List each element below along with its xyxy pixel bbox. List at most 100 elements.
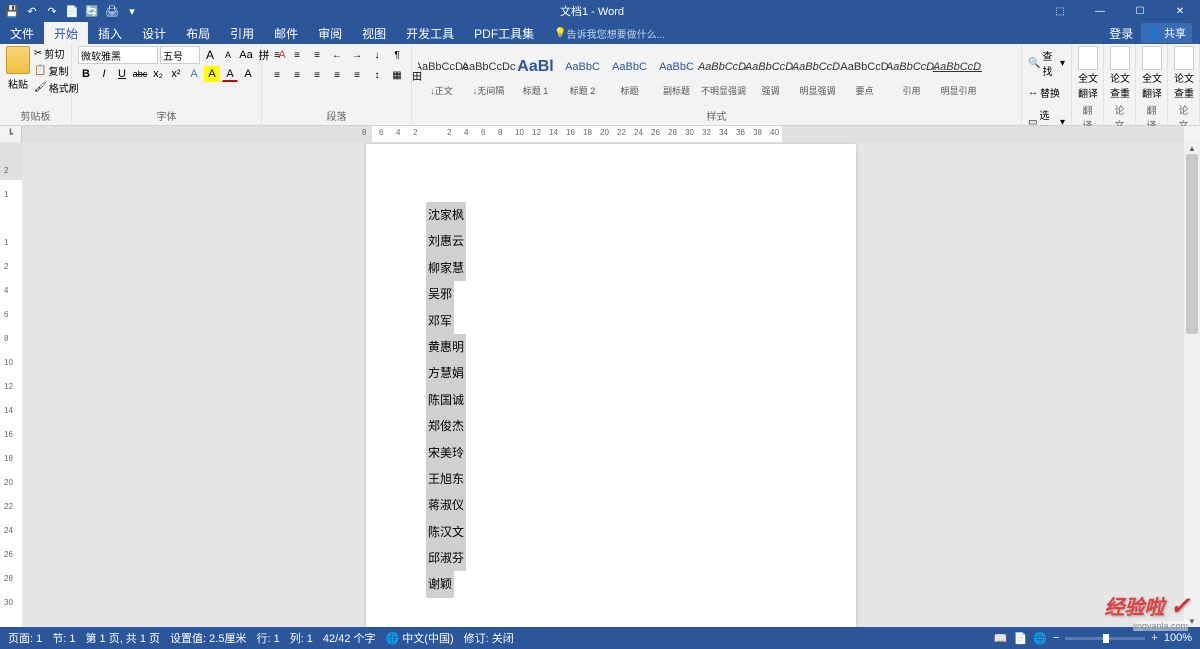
- sort-button[interactable]: ↓: [368, 46, 386, 64]
- qat-icon-2[interactable]: 🔄: [84, 3, 100, 19]
- align-center-button[interactable]: ≡: [288, 66, 306, 84]
- style-item[interactable]: AaBbCcD.强调: [747, 46, 794, 100]
- tab-layout[interactable]: 布局: [176, 22, 220, 44]
- style-item[interactable]: AaBbCcD.明显强调: [794, 46, 841, 100]
- view-web-icon[interactable]: 🌐: [1033, 632, 1047, 645]
- horizontal-ruler[interactable]: ┗ 86422468101214161820222426283032343638…: [0, 126, 1200, 142]
- style-item[interactable]: AaBbCcD.明显引用: [935, 46, 982, 100]
- view-read-icon[interactable]: 📖: [994, 632, 1008, 645]
- strike-button[interactable]: abc: [132, 66, 148, 82]
- redo-icon[interactable]: ↷: [44, 3, 60, 19]
- zoom-level[interactable]: 100%: [1164, 632, 1192, 644]
- change-case-button[interactable]: Aa: [238, 47, 254, 63]
- line-spacing-button[interactable]: ↕: [368, 66, 386, 84]
- style-item[interactable]: AaBbCcDc↓正文: [418, 46, 465, 100]
- maximize-button[interactable]: ☐: [1120, 0, 1160, 22]
- highlight-button[interactable]: A: [204, 66, 220, 82]
- increase-indent-button[interactable]: →: [348, 46, 366, 64]
- list-item[interactable]: 陈汉文: [426, 519, 466, 545]
- list-item[interactable]: 郑俊杰: [426, 413, 466, 439]
- paper-check-button[interactable]: 论文查重: [1110, 46, 1130, 100]
- style-item[interactable]: AaBbC标题 2: [559, 46, 606, 100]
- tab-review[interactable]: 审阅: [308, 22, 352, 44]
- replace-button[interactable]: ↔ 替换: [1028, 83, 1060, 102]
- full-translate-button[interactable]: 全文翻译: [1078, 46, 1098, 100]
- status-track[interactable]: 修订: 关闭: [464, 630, 514, 646]
- tab-file[interactable]: 文件: [0, 22, 44, 44]
- list-item[interactable]: 宋美玲: [426, 440, 466, 466]
- page[interactable]: 沈家枫刘惠云柳家慧吴邪邓军黄惠明方慧娟陈国诚郑俊杰宋美玲王旭东蒋淑仪陈汉文邱淑芬…: [366, 144, 856, 627]
- shading-button[interactable]: ▦: [388, 66, 406, 84]
- list-item[interactable]: 邓军: [426, 308, 454, 334]
- find-button[interactable]: 🔍 查找 ▾: [1028, 46, 1065, 80]
- distribute-button[interactable]: ≡: [348, 66, 366, 84]
- list-item[interactable]: 王旭东: [426, 466, 466, 492]
- zoom-slider[interactable]: [1065, 637, 1145, 640]
- paste-button[interactable]: 粘贴: [6, 46, 30, 91]
- styles-gallery[interactable]: AaBbCcDc↓正文AaBbCcDc↓无间隔AaBl标题 1AaBbC标题 2…: [418, 46, 982, 100]
- multilevel-button[interactable]: ≡: [308, 46, 326, 64]
- tab-view[interactable]: 视图: [352, 22, 396, 44]
- font-size-combo[interactable]: 五号: [160, 46, 200, 64]
- view-print-icon[interactable]: 📄: [1014, 632, 1028, 645]
- status-section[interactable]: 节: 1: [52, 630, 75, 646]
- document-scroll[interactable]: 沈家枫刘惠云柳家慧吴邪邓军黄惠明方慧娟陈国诚郑俊杰宋美玲王旭东蒋淑仪陈汉文邱淑芬…: [22, 142, 1200, 627]
- style-item[interactable]: AaBbCcD.引用: [888, 46, 935, 100]
- shrink-font-button[interactable]: A: [220, 47, 236, 63]
- align-right-button[interactable]: ≡: [308, 66, 326, 84]
- login-link[interactable]: 登录: [1109, 25, 1133, 42]
- ribbon-options-icon[interactable]: ⬚: [1040, 0, 1080, 22]
- list-item[interactable]: 柳家慧: [426, 255, 466, 281]
- vertical-scrollbar[interactable]: ▲ ▼: [1184, 142, 1200, 627]
- status-chars[interactable]: 42/42 个字: [323, 630, 376, 646]
- style-item[interactable]: AaBbCcD要点: [841, 46, 888, 100]
- tab-design[interactable]: 设计: [132, 22, 176, 44]
- vertical-ruler[interactable]: 21124681012141618202224262830: [0, 142, 22, 627]
- list-item[interactable]: 陈国诚: [426, 387, 466, 413]
- numbering-button[interactable]: ≡: [288, 46, 306, 64]
- zoom-out-button[interactable]: −: [1053, 632, 1059, 644]
- subscript-button[interactable]: x₂: [150, 66, 166, 82]
- share-button[interactable]: 👤 共享: [1141, 23, 1192, 43]
- style-item[interactable]: AaBbCcDc↓无间隔: [465, 46, 512, 100]
- bold-button[interactable]: B: [78, 66, 94, 82]
- font-name-combo[interactable]: 微软雅黑: [78, 46, 158, 64]
- status-lang[interactable]: 🌐 中文(中国): [386, 630, 454, 646]
- show-marks-button[interactable]: ¶: [388, 46, 406, 64]
- style-item[interactable]: AaBbC副标题: [653, 46, 700, 100]
- status-column[interactable]: 列: 1: [290, 630, 313, 646]
- text-effects-button[interactable]: A: [186, 66, 202, 82]
- style-item[interactable]: AaBbCcD.不明显强调: [700, 46, 747, 100]
- close-button[interactable]: ✕: [1160, 0, 1200, 22]
- style-item[interactable]: AaBl标题 1: [512, 46, 559, 100]
- status-page[interactable]: 页面: 1: [8, 630, 42, 646]
- tab-pdf[interactable]: PDF工具集: [464, 22, 544, 44]
- status-pages[interactable]: 第 1 页, 共 1 页: [85, 630, 160, 646]
- ruler-corner[interactable]: ┗: [0, 126, 22, 142]
- scroll-up-arrow-icon[interactable]: ▲: [1184, 142, 1200, 154]
- list-item[interactable]: 吴邪: [426, 281, 454, 307]
- list-item[interactable]: 邱淑芬: [426, 545, 466, 571]
- font-color-button[interactable]: A: [222, 66, 238, 82]
- tab-insert[interactable]: 插入: [88, 22, 132, 44]
- bullets-button[interactable]: ≡: [268, 46, 286, 64]
- italic-button[interactable]: I: [96, 66, 112, 82]
- qat-more-icon[interactable]: ▾: [124, 3, 140, 19]
- paper-check-button-2[interactable]: 论文查重: [1174, 46, 1194, 100]
- char-border-button[interactable]: A: [240, 66, 256, 82]
- list-item[interactable]: 谢颖: [426, 571, 454, 597]
- qat-icon-1[interactable]: 📄: [64, 3, 80, 19]
- scrollbar-thumb[interactable]: [1186, 154, 1198, 334]
- align-left-button[interactable]: ≡: [268, 66, 286, 84]
- list-item[interactable]: 沈家枫: [426, 202, 466, 228]
- grow-font-button[interactable]: A: [202, 47, 218, 63]
- justify-button[interactable]: ≡: [328, 66, 346, 84]
- tab-references[interactable]: 引用: [220, 22, 264, 44]
- decrease-indent-button[interactable]: ←: [328, 46, 346, 64]
- tell-me[interactable]: 💡 告诉我您想要做什么...: [544, 22, 675, 44]
- superscript-button[interactable]: x²: [168, 66, 184, 82]
- tab-mailings[interactable]: 邮件: [264, 22, 308, 44]
- tab-home[interactable]: 开始: [44, 22, 88, 44]
- minimize-button[interactable]: —: [1080, 0, 1120, 22]
- selected-text-block[interactable]: 沈家枫刘惠云柳家慧吴邪邓军黄惠明方慧娟陈国诚郑俊杰宋美玲王旭东蒋淑仪陈汉文邱淑芬…: [426, 202, 796, 598]
